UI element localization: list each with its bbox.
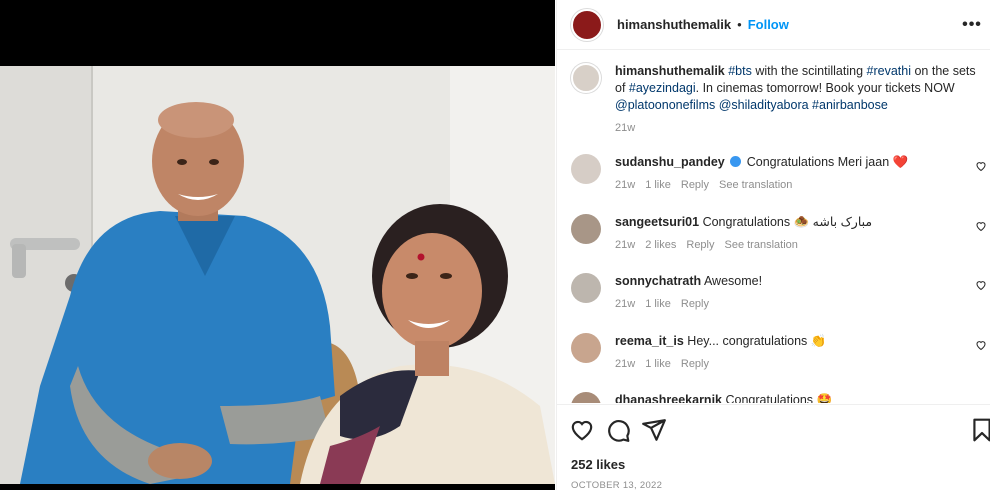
separator-dot: • [737,17,742,32]
post-photo[interactable] [0,66,555,484]
reply-link[interactable]: Reply [686,237,714,254]
see-translation-link[interactable]: See translation [725,237,798,254]
photo-illustration [0,66,555,484]
caption-text: himanshuthemalik #bts with the scintilla… [615,63,985,114]
comment-item: dhanashreekarnik Congratulations 🤩 [571,392,989,403]
comment-text: Congratulations [702,215,791,229]
post-date[interactable]: OCTOBER 13, 2022 [571,480,662,490]
like-comment-heart-icon[interactable] [975,339,987,351]
caption-avatar[interactable] [571,63,601,93]
commenter-avatar[interactable] [571,273,601,303]
comment-username[interactable]: sudanshu_pandey [615,155,725,169]
post-media [0,0,555,490]
post-header: himanshuthemalik • Follow ••• [557,0,990,50]
comment-username[interactable]: reema_it_is [615,334,684,348]
caption-segment: with the scintillating [751,64,867,78]
see-translation-link[interactable]: See translation [719,177,792,194]
comment-username[interactable]: dhanashreekarnik [615,393,722,403]
comment-text: Awesome! [703,274,763,288]
hashtag-ayezindagi[interactable]: #ayezindagi [629,81,696,95]
comment-emoji: 🤩 [816,393,833,403]
post-side-panel: himanshuthemalik • Follow ••• himanshuth… [556,0,990,490]
comment-likes[interactable]: 1 like [645,296,671,313]
comment-text: Congratulations Meri jaan [746,155,890,169]
author-avatar[interactable] [571,8,603,41]
hashtag-bts[interactable]: #bts [728,64,752,78]
comment-likes[interactable]: 2 likes [645,237,676,254]
comment-likes[interactable]: 1 like [645,356,671,373]
comment-username[interactable]: sangeetsuri01 [615,215,699,229]
post-actions: 252 likes OCTOBER 13, 2022 [557,404,990,490]
commenter-avatar[interactable] [571,333,601,363]
comment-time[interactable]: 21w [615,177,635,194]
verified-icon [730,156,742,167]
comment-time[interactable]: 21w [615,296,635,313]
more-icon[interactable]: ••• [961,14,983,36]
comment-text: Congratulations [725,393,814,403]
comment-item: sonnychatrath Awesome! 21w 1 like Reply [571,273,989,313]
likes-count[interactable]: 252 likes [571,457,625,472]
commenter-avatar[interactable] [571,392,601,403]
comment-icon[interactable] [605,417,631,443]
heart-icon[interactable] [569,417,595,443]
caption-segment: . In cinemas tomorrow! Book your tickets… [695,81,955,95]
mention-shiladityabora[interactable]: @shiladityabora [719,98,809,112]
reply-link[interactable]: Reply [681,296,709,313]
comment-time[interactable]: 21w [615,237,635,254]
mention-platoononefilms[interactable]: @platoononefilms [615,98,715,112]
like-comment-heart-icon[interactable] [975,279,987,291]
caption-username[interactable]: himanshuthemalik [615,64,725,78]
reply-link[interactable]: Reply [681,356,709,373]
comments-list[interactable]: himanshuthemalik #bts with the scintilla… [557,51,990,403]
caption-time[interactable]: 21w [615,120,635,137]
caption-meta: 21w [615,120,985,137]
comment-item: sangeetsuri01 Congratulations 🧆 مبارک با… [571,214,989,254]
like-comment-heart-icon[interactable] [975,160,987,172]
comment-text: Hey... congratulations [687,334,808,348]
clap-emoji: 👏 [810,334,827,348]
comment-likes[interactable]: 1 like [645,177,671,194]
bookmark-icon[interactable] [969,417,990,443]
follow-button[interactable]: Follow [748,17,789,32]
heart-emoji: ❤️ [892,155,909,169]
hashtag-anirbanbose[interactable]: #anirbanbose [812,98,888,112]
comment-item: reema_it_is Hey... congratulations 👏 21w… [571,333,989,373]
comment-emoji: 🧆 [793,215,810,229]
commenter-avatar[interactable] [571,214,601,244]
share-icon[interactable] [641,417,667,443]
comment-text-secondary: مبارک باشه [812,215,873,229]
reply-link[interactable]: Reply [681,177,709,194]
commenter-avatar[interactable] [571,154,601,184]
caption: himanshuthemalik #bts with the scintilla… [571,63,989,137]
comment-time[interactable]: 21w [615,356,635,373]
comment-username[interactable]: sonnychatrath [615,274,701,288]
like-comment-heart-icon[interactable] [975,220,987,232]
author-username[interactable]: himanshuthemalik [617,17,731,32]
hashtag-revathi[interactable]: #revathi [867,64,911,78]
comment-item: sudanshu_pandey Congratulations Meri jaa… [571,154,989,194]
